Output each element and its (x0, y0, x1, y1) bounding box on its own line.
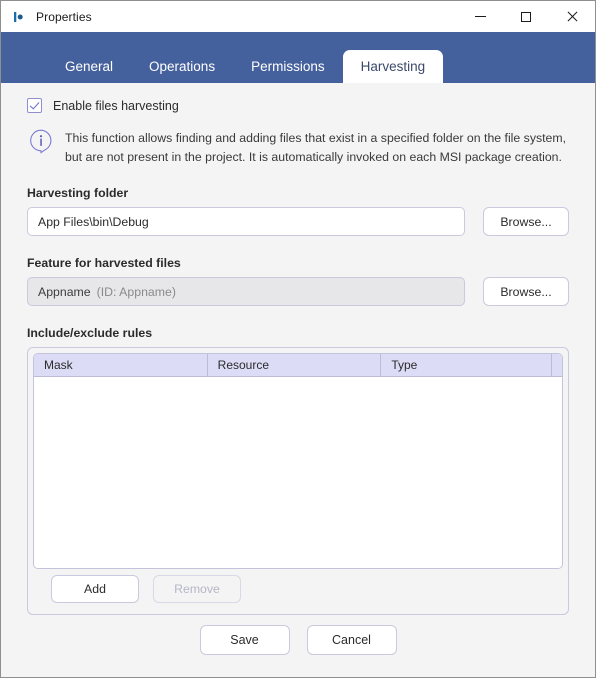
feature-value-id: (ID: Appname) (96, 284, 176, 299)
info-icon (30, 129, 52, 154)
minimize-icon (474, 16, 486, 17)
info-note: This function allows finding and adding … (27, 113, 569, 166)
tab-harvesting[interactable]: Harvesting (342, 50, 444, 83)
close-button[interactable] (549, 1, 595, 32)
feature-value: Appname (38, 284, 91, 299)
tab-general[interactable]: General (47, 50, 131, 83)
harvesting-panel: Enable files harvesting This function al… (1, 83, 595, 677)
rules-label: Include/exclude rules (27, 326, 153, 340)
window-controls (457, 1, 595, 32)
rules-table-header: Mask Resource Type (34, 354, 562, 377)
maximize-button[interactable] (503, 1, 549, 32)
save-button[interactable]: Save (199, 625, 290, 655)
feature-row: Appname (ID: Appname) Browse... (27, 277, 569, 306)
tab-strip: General Operations Permissions Harvestin… (1, 32, 595, 83)
rules-actions: Add Remove (33, 569, 563, 609)
app-logo-icon (14, 10, 24, 23)
close-icon (566, 11, 578, 23)
remove-rule-button[interactable]: Remove (153, 575, 241, 603)
enable-harvesting-label: Enable files harvesting (53, 98, 179, 113)
column-header-resource[interactable]: Resource (208, 354, 382, 376)
rules-table: Mask Resource Type (33, 353, 563, 569)
harvesting-folder-label: Harvesting folder (27, 186, 129, 200)
dialog-footer: Save Cancel (1, 625, 595, 655)
add-rule-button[interactable]: Add (51, 575, 139, 603)
window-title: Properties (36, 9, 92, 24)
cancel-button[interactable]: Cancel (306, 625, 397, 655)
properties-window: Properties General Operations Permission… (0, 0, 596, 678)
column-header-mask[interactable]: Mask (34, 354, 208, 376)
tab-permissions[interactable]: Permissions (233, 50, 343, 83)
enable-harvesting-checkbox[interactable] (27, 98, 42, 113)
feature-input: Appname (ID: Appname) (27, 277, 465, 306)
info-text: This function allows finding and adding … (65, 131, 567, 164)
enable-harvesting-row: Enable files harvesting (27, 83, 569, 113)
harvesting-folder-row: Browse... (27, 207, 569, 236)
rules-table-body (34, 377, 562, 568)
maximize-icon (521, 11, 531, 22)
harvesting-folder-input[interactable] (27, 207, 465, 236)
column-header-spacer (552, 354, 562, 376)
rules-panel: Mask Resource Type Add Remove (27, 347, 569, 615)
harvesting-folder-browse-button[interactable]: Browse... (483, 207, 569, 236)
minimize-button[interactable] (457, 1, 503, 32)
column-header-type[interactable]: Type (381, 354, 552, 376)
tab-operations[interactable]: Operations (131, 50, 233, 83)
feature-label: Feature for harvested files (27, 256, 181, 270)
feature-browse-button[interactable]: Browse... (483, 277, 569, 306)
title-bar: Properties (1, 1, 595, 32)
